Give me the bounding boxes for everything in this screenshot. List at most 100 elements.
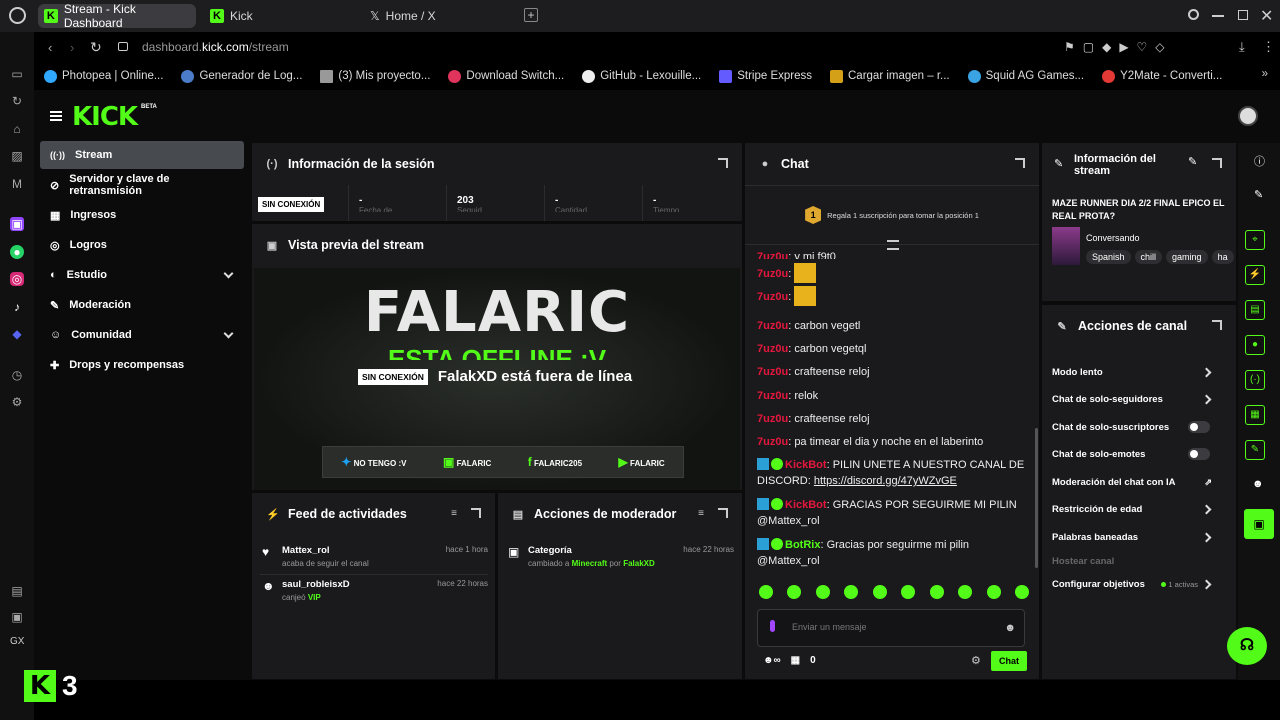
forward-icon[interactable]: › (70, 40, 74, 55)
kick-logo[interactable]: KICK (72, 102, 138, 132)
chat-username[interactable]: 7uz0u (757, 320, 788, 332)
chat-username[interactable]: BotRix (785, 539, 820, 551)
people-icon[interactable]: ☻ (1252, 478, 1264, 490)
emote-icon[interactable] (815, 585, 830, 599)
emote-icon[interactable] (958, 585, 973, 599)
minimize-icon[interactable] (1212, 15, 1224, 17)
tag[interactable]: chill (1134, 250, 1163, 264)
chat-settings-icon[interactable]: ⚙ (971, 654, 981, 667)
filter-icon[interactable]: ≡ (698, 508, 704, 519)
chat-username[interactable]: 7uz0u (757, 366, 788, 378)
avatar[interactable] (1238, 106, 1258, 126)
scan-icon[interactable]: ⌖ (1245, 230, 1265, 250)
tag[interactable]: Spanish (1086, 250, 1131, 264)
whatsapp-icon[interactable]: ● (10, 245, 24, 259)
gx-label[interactable]: GX (10, 636, 24, 647)
twitch-icon[interactable]: ▣ (10, 217, 24, 231)
url-field[interactable]: dashboard.kick.com/stream (142, 40, 289, 54)
chat-username[interactable]: 7uz0u (757, 291, 788, 303)
hamburger-menu-icon[interactable] (50, 111, 62, 121)
hardware-icon[interactable]: ▤ (10, 584, 24, 598)
reload-icon[interactable]: ↻ (90, 39, 102, 56)
emotes-only-toggle[interactable] (1188, 448, 1210, 460)
expand-icon[interactable] (1015, 158, 1025, 168)
history-icon[interactable]: ↻ (10, 94, 24, 108)
download-icon[interactable]: ⤓ (1239, 39, 1245, 55)
bookmark-item[interactable]: Cargar imagen – r... (830, 69, 950, 83)
bolt-icon[interactable]: ⚡ (1245, 265, 1265, 285)
emote-icon[interactable] (986, 585, 1001, 599)
emote-icon[interactable] (759, 585, 773, 599)
emoji-icon[interactable]: ☻ (1004, 622, 1016, 634)
studio-icon[interactable]: ▣ (1244, 509, 1274, 539)
chat-input-box[interactable]: Enviar un mensaje ☻ (757, 609, 1025, 647)
chat-username[interactable]: 7uz0u (757, 268, 788, 280)
discord-icon[interactable]: ◆ (10, 327, 24, 341)
nav-item-moderacion[interactable]: ✎ Moderación (40, 291, 244, 319)
tag[interactable]: ha (1211, 250, 1234, 264)
nav-item-drops[interactable]: ✚ Drops y recompensas (40, 351, 244, 379)
broadcast-icon[interactable]: (·) (1245, 370, 1265, 390)
bookmark-item[interactable]: Generador de Log... (181, 69, 302, 83)
back-icon[interactable]: ‹ (48, 40, 52, 55)
sub-gift-banner[interactable]: 1 Regala 1 suscripción para tomar la pos… (745, 185, 1039, 245)
expand-icon[interactable] (471, 508, 481, 518)
more-bookmarks-icon[interactable]: » (1262, 68, 1268, 80)
action-slow-mode[interactable]: Modo lento (1052, 362, 1226, 382)
edit-icon[interactable]: ✎ (1188, 155, 1197, 168)
image-icon[interactable]: ▨ (10, 149, 24, 163)
tab-stream-dashboard[interactable]: K Stream - Kick Dashboard (38, 2, 196, 30)
document-icon[interactable]: ▤ (1245, 300, 1265, 320)
wallet-icon[interactable]: ▭ (10, 67, 24, 81)
tiktok-icon[interactable]: ♪ (10, 300, 24, 314)
chat-bubble-icon[interactable]: ● (1245, 335, 1265, 355)
tab-x-home[interactable]: 𝕏 Home / X (364, 4, 514, 28)
support-headset-button[interactable]: ☊ (1227, 627, 1267, 665)
cpu-icon[interactable]: ▣ (10, 610, 24, 624)
chat-username[interactable]: 7uz0u (757, 390, 788, 402)
expand-icon[interactable] (1212, 158, 1222, 168)
mic-icon[interactable] (770, 620, 775, 632)
nav-item-logros[interactable]: ◎ Logros (40, 231, 244, 259)
chat-username[interactable]: 7uz0u (757, 413, 788, 425)
emote-icon[interactable] (901, 585, 916, 599)
nav-item-estudio[interactable]: ◐ Estudio (40, 261, 244, 289)
users-icon[interactable]: ☻∞ (763, 655, 781, 666)
expand-icon[interactable] (1212, 320, 1222, 330)
chat-scrollbar[interactable] (1035, 428, 1038, 568)
chat-username[interactable]: 7uz0u (757, 343, 788, 355)
chat-send-button[interactable]: Chat (991, 651, 1027, 671)
opera-logo-icon[interactable] (9, 7, 26, 24)
bookmark-item[interactable]: Y2Mate - Converti... (1102, 69, 1222, 83)
nav-item-comunidad[interactable]: ☺ Comunidad (40, 321, 244, 349)
tab-kick[interactable]: K Kick (204, 4, 354, 28)
extension-icons[interactable]: ⚑▢◆▶♡◇ (1064, 40, 1173, 54)
close-icon[interactable]: ✕ (1260, 6, 1273, 26)
action-ai-moderation[interactable]: Moderación del chat con IA ⇗ (1052, 472, 1226, 492)
action-banned-words[interactable]: Palabras baneadas (1052, 527, 1226, 547)
chat-username[interactable]: 7uz0u (757, 251, 788, 259)
new-tab-icon[interactable]: + (524, 8, 538, 22)
action-subscribers-only[interactable]: Chat de solo-suscriptores (1052, 417, 1226, 437)
clock-icon[interactable]: ◷ (10, 368, 24, 382)
store-icon[interactable]: ⌂ (10, 122, 24, 136)
menu-icon[interactable]: ⋮ (1262, 39, 1275, 55)
m-icon[interactable]: M (10, 177, 24, 191)
action-followers-only[interactable]: Chat de solo-seguidores (1052, 389, 1226, 409)
action-goals[interactable]: Configurar objetivos 1 activas (1052, 574, 1226, 594)
emote-icon[interactable] (787, 585, 802, 599)
expand-icon[interactable] (718, 158, 728, 168)
tag[interactable]: gaming (1166, 250, 1208, 264)
settings-icon[interactable]: ⚙ (10, 395, 24, 409)
chat-link[interactable]: https://discord.gg/47yWZvGE (814, 475, 957, 487)
action-age-restriction[interactable]: Restricción de edad (1052, 499, 1226, 519)
emote-icon[interactable] (872, 585, 887, 599)
instagram-icon[interactable]: ◎ (10, 272, 24, 286)
edit-icon[interactable]: ✎ (1254, 188, 1263, 201)
layout-icon[interactable]: ▦ (1245, 405, 1265, 425)
subscribers-only-toggle[interactable] (1188, 421, 1210, 433)
bookmark-item[interactable]: Download Switch... (448, 69, 564, 83)
search-tabs-icon[interactable] (1188, 9, 1199, 20)
bookmark-item[interactable]: GitHub - Lexouille... (582, 69, 701, 83)
maximize-icon[interactable] (1238, 10, 1248, 20)
